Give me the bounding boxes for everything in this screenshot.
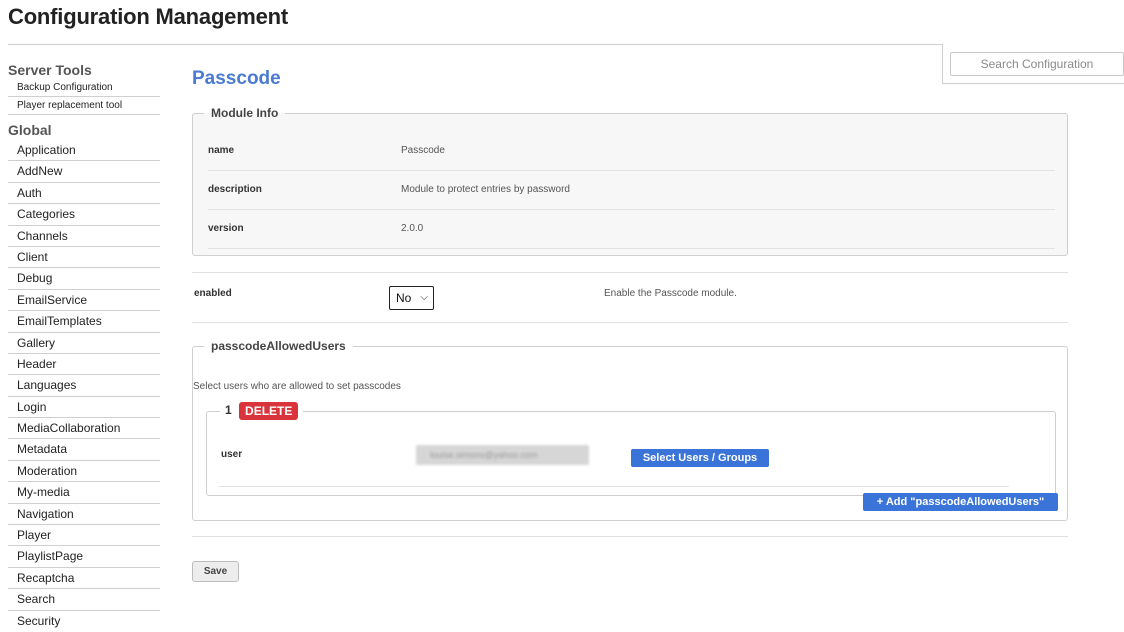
sidebar-item-header[interactable]: Header [8,354,160,376]
sidebar-item-navigation[interactable]: Navigation [8,504,160,526]
module-title: Passcode [192,68,281,89]
user-label: user [221,449,243,460]
sidebar-item-emailtemplates[interactable]: EmailTemplates [8,311,160,333]
module-info-key: version [208,223,244,234]
sidebar: Server Tools Backup Configuration Player… [8,60,160,632]
sidebar-heading-server-tools: Server Tools [8,62,92,78]
sidebar-item-gallery[interactable]: Gallery [8,333,160,354]
save-button[interactable]: Save [192,561,239,582]
sidebar-item-addnew[interactable]: AddNew [8,161,160,183]
module-info-row-description: description Module to protect entries by… [208,171,1055,210]
allowed-users-description: Select users who are allowed to set pass… [193,381,401,392]
sidebar-item-mediacollaboration[interactable]: MediaCollaboration [8,418,160,440]
page-title: Configuration Management [8,4,288,29]
sidebar-item-login[interactable]: Login [8,397,160,419]
enabled-label: enabled [194,288,232,299]
enabled-select[interactable]: No ⌵ [389,286,434,310]
sidebar-item-application[interactable]: Application [8,140,160,162]
module-info-row-name: name Passcode [208,132,1055,171]
sidebar-item-backup-configuration[interactable]: Backup Configuration [8,79,160,97]
sidebar-item-search[interactable]: Search [8,589,160,611]
sidebar-item-auth[interactable]: Auth [8,183,160,205]
sidebar-global-list: Application AddNew Auth Categories Chann… [8,140,160,632]
allowed-user-entry: 1 DELETE user louise.simons@yahoo.com Se… [206,402,1056,496]
module-info-row-version: version 2.0.0 [208,210,1055,249]
sidebar-item-player[interactable]: Player [8,525,160,547]
delete-entry-button[interactable]: DELETE [239,402,299,420]
module-info-key: name [208,145,235,156]
module-info-legend: Module Info [211,106,279,120]
entry-divider [219,486,1009,487]
module-info-value: Passcode [401,145,445,156]
module-info-value: Module to protect entries by password [401,184,570,195]
sidebar-item-metadata[interactable]: Metadata [8,439,160,461]
sidebar-heading-global: Global [8,122,52,138]
allowed-users-panel: passcodeAllowedUsers Select users who ar… [192,339,1068,521]
chevron-down-icon: ⌵ [420,292,428,303]
enabled-description: Enable the Passcode module. [604,288,737,299]
enabled-select-value: No [396,291,412,305]
sidebar-item-moderation[interactable]: Moderation [8,461,160,483]
sidebar-item-client[interactable]: Client [8,247,160,269]
sidebar-item-emailservice[interactable]: EmailService [8,290,160,312]
sidebar-item-player-replacement-tool[interactable]: Player replacement tool [8,97,160,115]
section-divider [192,322,1068,323]
sidebar-item-languages[interactable]: Languages [8,375,160,397]
sidebar-item-my-media[interactable]: My-media [8,482,160,504]
select-users-groups-button[interactable]: Select Users / Groups [631,449,769,467]
module-info-value: 2.0.0 [401,223,424,234]
section-divider [192,536,1068,537]
user-value-field: louise.simons@yahoo.com [416,445,589,465]
sidebar-item-categories[interactable]: Categories [8,204,160,226]
add-allowed-user-button[interactable]: + Add "passcodeAllowedUsers" [863,493,1058,511]
allowed-user-entry-legend: 1 DELETE [220,402,303,420]
sidebar-item-debug[interactable]: Debug [8,268,160,290]
section-divider [192,272,1068,273]
sidebar-item-recaptcha[interactable]: Recaptcha [8,568,160,590]
sidebar-item-channels[interactable]: Channels [8,226,160,247]
header-divider [8,44,942,45]
module-info-key: description [208,184,262,195]
module-info-panel: Module Info name Passcode description Mo… [192,106,1068,256]
sidebar-item-playlistpage[interactable]: PlaylistPage [8,546,160,568]
entry-number: 1 [225,403,232,418]
allowed-users-legend: passcodeAllowedUsers [211,339,346,353]
main-content: Passcode Module Info name Passcode descr… [192,60,1069,582]
